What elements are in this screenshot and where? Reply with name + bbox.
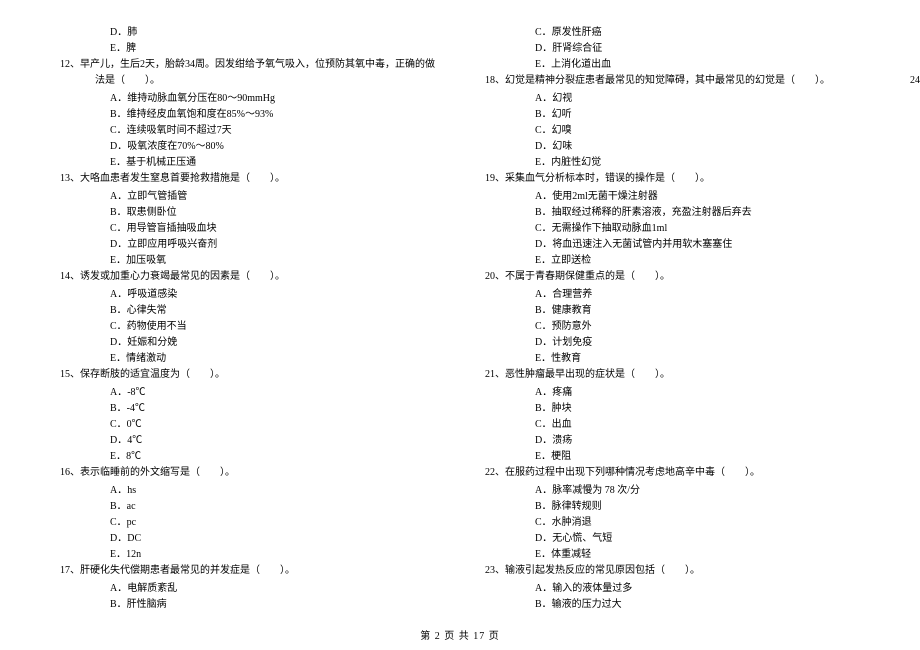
question-text: 24、测血压时袖带缠的过紧可使（ ）。 <box>910 73 920 89</box>
option: D．立即应用呼吸兴奋剂 <box>60 237 435 253</box>
option: E．12n <box>60 547 435 563</box>
question-12: 12、早产儿，生后2天，胎龄34周。因发绀给予氧气吸入，位预防其氧中毒，正确的做… <box>60 57 435 89</box>
option: C．0℃ <box>60 417 435 433</box>
option: C．连续吸氧时间不超过7天 <box>60 123 435 139</box>
option: E．8℃ <box>60 449 435 465</box>
option: C．无需操作下抽取动脉血1ml <box>485 221 860 237</box>
option: C．预防意外 <box>485 319 860 335</box>
question-15: 15、保存断肢的适宜温度为（ ）。 <box>60 367 435 383</box>
option: D．肝肾综合征 <box>485 41 860 57</box>
question-24: 24、测血压时袖带缠的过紧可使（ ）。 <box>910 73 920 89</box>
question-18: 18、幻觉是精神分裂症患者最常见的知觉障碍，其中最常见的幻觉是（ ）。 <box>485 73 860 89</box>
option: D．肺 <box>60 25 435 41</box>
option: B．输液的压力过大 <box>485 597 860 613</box>
option: A．使用2ml无菌干燥注射器 <box>485 189 860 205</box>
question-13: 13、大咯血患者发生窒息首要抢救措施是（ ）。 <box>60 171 435 187</box>
option: E．情绪激动 <box>60 351 435 367</box>
page-content: D．肺 E．脾 12、早产儿，生后2天，胎龄34周。因发绀给予氧气吸入，位预防其… <box>60 25 860 615</box>
option: E．立即送检 <box>485 253 860 269</box>
option: A．脉率减慢为 78 次/分 <box>485 483 860 499</box>
option: A．输入的液体量过多 <box>485 581 860 597</box>
question-text: 22、在服药过程中出现下列哪种情况考虑地高辛中毒（ ）。 <box>485 465 860 481</box>
question-17: 17、肝硬化失代偿期患者最常见的并发症是（ ）。 <box>60 563 435 579</box>
option: B．幻听 <box>485 107 860 123</box>
page-footer: 第 2 页 共 17 页 <box>0 627 920 642</box>
option: A．维持动脉血氧分压在80～90mmHg <box>60 91 435 107</box>
question-text: 13、大咯血患者发生窒息首要抢救措施是（ ）。 <box>60 171 435 187</box>
option: E．上消化道出血 <box>485 57 860 73</box>
question-text: 18、幻觉是精神分裂症患者最常见的知觉障碍，其中最常见的幻觉是（ ）。 <box>485 73 860 89</box>
question-19: 19、采集血气分析标本时，错误的操作是（ ）。 <box>485 171 860 187</box>
option: D．妊娠和分娩 <box>60 335 435 351</box>
question-14: 14、诱发或加重心力衰竭最常见的因素是（ ）。 <box>60 269 435 285</box>
option: E．梗阻 <box>485 449 860 465</box>
option: A．收缩压偏低 <box>910 91 920 107</box>
option: E．体重减轻 <box>485 547 860 563</box>
option: B．-4℃ <box>60 401 435 417</box>
option: E．内脏性幻觉 <box>485 155 860 171</box>
option: D．计划免疫 <box>485 335 860 351</box>
option: A．呼吸道感染 <box>60 287 435 303</box>
option: A．幻视 <box>485 91 860 107</box>
question-text: 12、早产儿，生后2天，胎龄34周。因发绀给予氧气吸入，位预防其氧中毒，正确的做… <box>60 57 435 89</box>
option: A．-8℃ <box>60 385 435 401</box>
option: C．原发性肝癌 <box>485 25 860 41</box>
question-text: 16、表示临睡前的外文缩写是（ ）。 <box>60 465 435 481</box>
option: E．脾 <box>60 41 435 57</box>
option: D．溃疡 <box>485 433 860 449</box>
question-text: 17、肝硬化失代偿期患者最常见的并发症是（ ）。 <box>60 563 435 579</box>
question-23: 23、输液引起发热反应的常见原因包括（ ）。 <box>485 563 860 579</box>
option: D．4℃ <box>60 433 435 449</box>
option: D．幻味 <box>485 139 860 155</box>
question-text: 14、诱发或加重心力衰竭最常见的因素是（ ）。 <box>60 269 435 285</box>
option: D．DC <box>60 531 435 547</box>
question-text: 23、输液引起发热反应的常见原因包括（ ）。 <box>485 563 860 579</box>
question-21: 21、恶性肿瘤最早出现的症状是（ ）。 <box>485 367 860 383</box>
option: C．药物使用不当 <box>60 319 435 335</box>
option: C．用导管盲插抽吸血块 <box>60 221 435 237</box>
option: B．抽取经过稀释的肝素溶液，充盈注射器后弃去 <box>485 205 860 221</box>
option: B．健康教育 <box>485 303 860 319</box>
option: B．心律失常 <box>60 303 435 319</box>
option: A．电解质紊乱 <box>60 581 435 597</box>
option: A．hs <box>60 483 435 499</box>
option: D．无心慌、气短 <box>485 531 860 547</box>
option: B．取患侧卧位 <box>60 205 435 221</box>
option: A．合理营养 <box>485 287 860 303</box>
option: B．无影响 <box>910 107 920 123</box>
option: B．肿块 <box>485 401 860 417</box>
option: C．幻嗅 <box>485 123 860 139</box>
question-text: 20、不属于青春期保健重点的是（ ）。 <box>485 269 860 285</box>
option: B．维持经皮血氧饱和度在85%～93% <box>60 107 435 123</box>
question-text: 21、恶性肿瘤最早出现的症状是（ ）。 <box>485 367 860 383</box>
option: A．立即气管插管 <box>60 189 435 205</box>
option: E．性教育 <box>485 351 860 367</box>
option: B．脉律转规则 <box>485 499 860 515</box>
option: D．将血迅速注入无菌试管内并用软木塞塞住 <box>485 237 860 253</box>
option: A．疼痛 <box>485 385 860 401</box>
question-22: 22、在服药过程中出现下列哪种情况考虑地高辛中毒（ ）。 <box>485 465 860 481</box>
option: E．基于机械正压通 <box>60 155 435 171</box>
option: C．输液的时间过久 <box>910 25 920 41</box>
option: E．加压吸氧 <box>60 253 435 269</box>
option: B．ac <box>60 499 435 515</box>
option: C．出血 <box>485 417 860 433</box>
option: D．输入致过敏的物质 <box>910 41 920 57</box>
question-16: 16、表示临睡前的外文缩写是（ ）。 <box>60 465 435 481</box>
option: D．吸氧浓度在70%～80% <box>60 139 435 155</box>
option: C．pc <box>60 515 435 531</box>
option: C．水肿消退 <box>485 515 860 531</box>
option: E．输入致热的物质 <box>910 57 920 73</box>
question-text: 15、保存断肢的适宜温度为（ ）。 <box>60 367 435 383</box>
option: B．肝性脑病 <box>60 597 435 613</box>
question-text: 19、采集血气分析标本时，错误的操作是（ ）。 <box>485 171 860 187</box>
question-20: 20、不属于青春期保健重点的是（ ）。 <box>485 269 860 285</box>
